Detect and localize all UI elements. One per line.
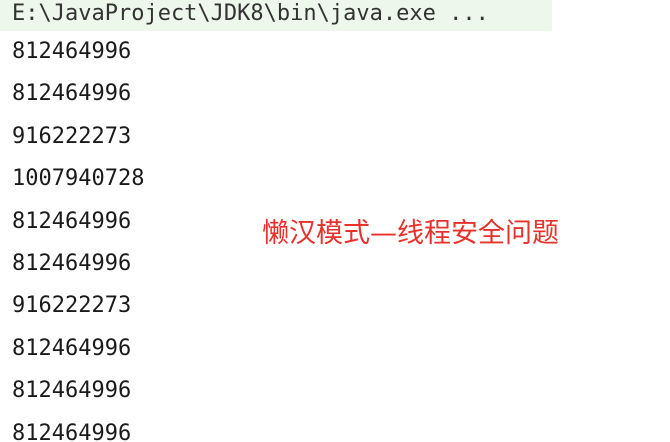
- output-line: 916222273: [12, 293, 132, 319]
- output-line: 812464996: [12, 39, 132, 64]
- output-line: 812464996: [12, 81, 132, 107]
- output-lines: 812464996 812464996 916222273 1007940728…: [12, 31, 144, 442]
- annotation-label: 懒汉模式—线程安全问题: [262, 218, 559, 249]
- output-line: 812464996: [12, 335, 132, 361]
- output-line: 812464996: [12, 250, 132, 276]
- output-line: 812464996: [12, 208, 132, 234]
- output-line: 812464996: [12, 420, 132, 442]
- output-line: 1007940728: [12, 166, 145, 192]
- output-line: 812464996: [12, 378, 132, 404]
- run-command-line: E:\JavaProject\JDK8\bin\java.exe ...: [0, 0, 552, 31]
- output-line: 916222273: [12, 123, 132, 149]
- console-output-panel: E:\JavaProject\JDK8\bin\java.exe ... 812…: [0, 0, 670, 442]
